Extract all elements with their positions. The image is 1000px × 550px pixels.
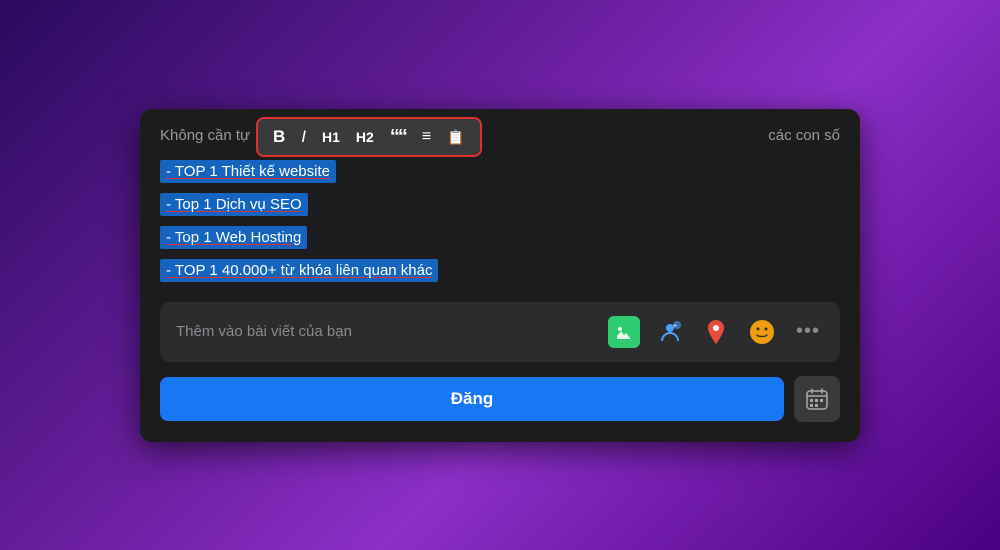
emoji-icon[interactable]: [746, 316, 778, 348]
location-icon[interactable]: [700, 316, 732, 348]
h1-button[interactable]: H1: [317, 128, 345, 146]
modal: Không cần tự B I H1 H2 ““ ≡ 📋 các con số…: [140, 109, 860, 442]
add-media-label: Thêm vào bài viết của bạn: [176, 323, 352, 340]
list-item-row-1: - TOP 1 Thiết kế website: [160, 160, 840, 189]
quote-button[interactable]: ““: [385, 125, 411, 149]
top-row: Không cần tự B I H1 H2 ““ ≡ 📋 các con số: [160, 125, 840, 146]
media-icons: +: [608, 316, 824, 348]
italic-button[interactable]: I: [296, 126, 311, 147]
content-area: - TOP 1 Thiết kế website - Top 1 Dịch vụ…: [160, 160, 840, 288]
person-icon[interactable]: +: [654, 316, 686, 348]
list-item-4: - TOP 1 40.000+ từ khóa liên quan khác: [160, 259, 438, 282]
photo-icon[interactable]: [608, 316, 640, 348]
list-item-2: - Top 1 Dịch vụ SEO: [160, 193, 308, 216]
add-media-bar: Thêm vào bài viết của bạn: [160, 302, 840, 362]
post-button[interactable]: Đăng: [160, 377, 784, 421]
list-item-row-4: - TOP 1 40.000+ từ khóa liên quan khác: [160, 259, 840, 288]
h2-button[interactable]: H2: [351, 128, 379, 146]
list-item-1: - TOP 1 Thiết kế website: [160, 160, 336, 183]
list-ul-button[interactable]: ≡: [417, 127, 436, 147]
svg-text:+: +: [673, 323, 677, 330]
list-item-row-2: - Top 1 Dịch vụ SEO: [160, 193, 840, 222]
hint-text-right: các con số: [768, 125, 840, 144]
modal-body: Không cần tự B I H1 H2 ““ ≡ 📋 các con số…: [140, 109, 860, 442]
calendar-button[interactable]: [794, 376, 840, 422]
bottom-row: Đăng: [160, 376, 840, 422]
list-ol-button[interactable]: 📋: [442, 128, 469, 146]
bold-button[interactable]: B: [268, 126, 290, 147]
more-icon[interactable]: •••: [792, 316, 824, 348]
list-item-3: - Top 1 Web Hosting: [160, 226, 307, 249]
list-item-row-3: - Top 1 Web Hosting: [160, 226, 840, 255]
formatting-toolbar: B I H1 H2 ““ ≡ 📋: [256, 117, 482, 157]
